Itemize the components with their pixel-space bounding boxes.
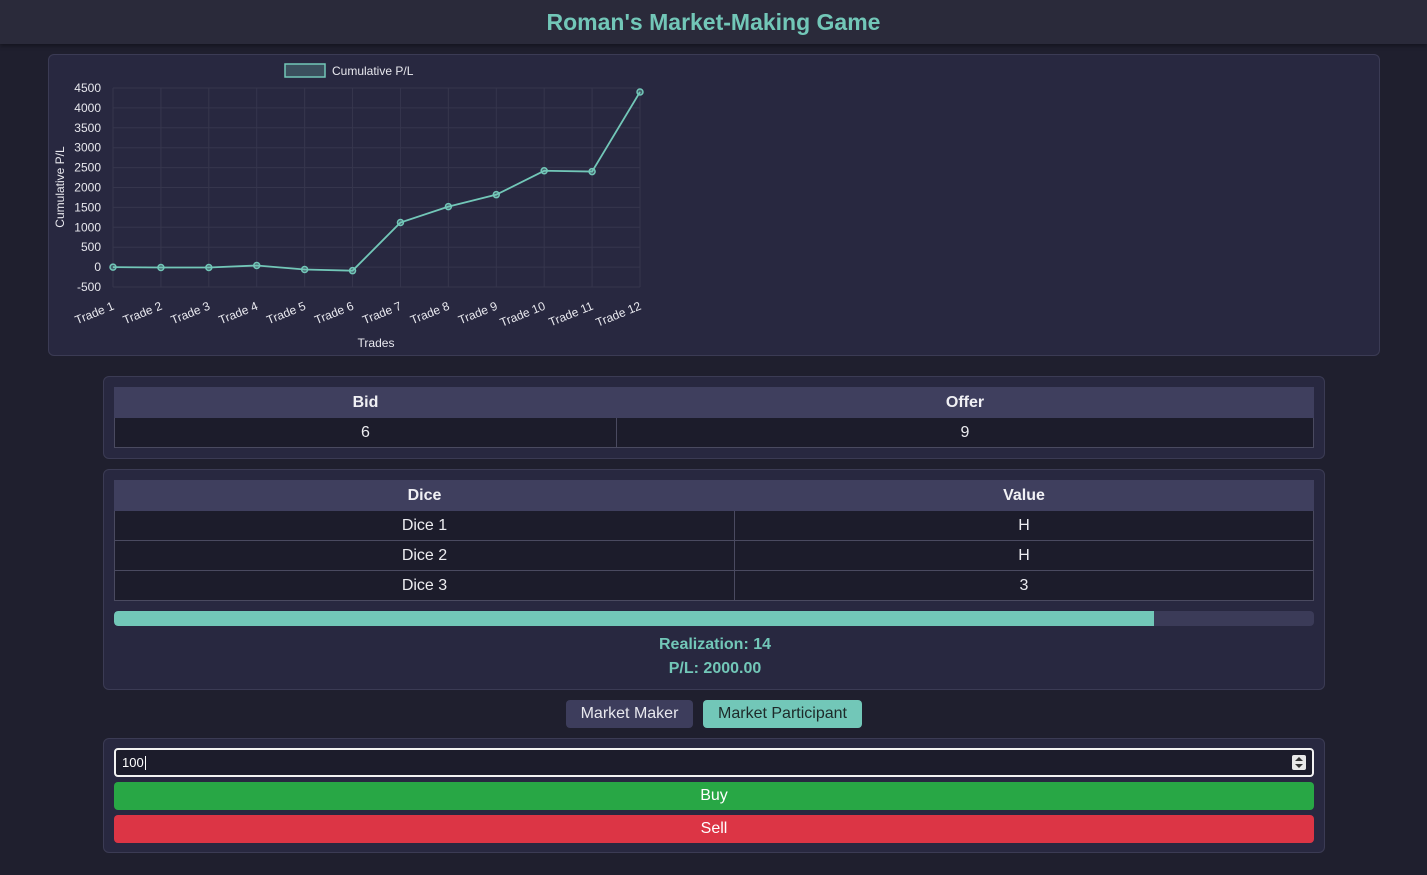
quantity-value: 100: [122, 755, 144, 770]
pl-chart: 4500 4000 3500 3000 2500 2000 1500 1000 500 0 -500…: [53, 63, 644, 350]
data-point: [636, 88, 644, 96]
data-point: [205, 263, 213, 272]
data-point: [492, 190, 501, 199]
chevron-down-icon[interactable]: [1295, 764, 1303, 768]
x-tick-label: Trade 12: [594, 299, 644, 330]
data-point: [444, 202, 453, 211]
y-tick-label: 2000: [74, 181, 101, 195]
market-maker-button[interactable]: Market Maker: [566, 700, 693, 728]
y-tick-label: 4500: [74, 81, 101, 95]
legend-swatch: [284, 63, 326, 78]
x-axis-title: Trades: [358, 336, 395, 350]
market-participant-button[interactable]: Market Participant: [703, 700, 862, 728]
dice-value: 3: [734, 570, 1314, 601]
text-caret: [144, 755, 146, 770]
y-tick-label: 2500: [74, 161, 101, 175]
app-header: Roman's Market-Making Game: [0, 0, 1427, 44]
y-tick-label: 1500: [74, 200, 101, 214]
x-tick-label: Trade 5: [265, 299, 308, 327]
quote-panel: Bid Offer 6 9: [103, 376, 1325, 459]
x-tick-label: Trade 8: [408, 299, 451, 327]
dice-name: Dice 2: [114, 540, 735, 571]
y-tick-label: -500: [77, 280, 101, 294]
quote-table: Bid Offer 6 9: [114, 387, 1314, 448]
quantity-input[interactable]: 100: [114, 748, 1314, 777]
progress-fill: [114, 611, 1155, 626]
realization-progress-bar: [114, 611, 1314, 626]
x-tick-label: Trade 3: [169, 299, 212, 327]
quantity-stepper[interactable]: [1292, 755, 1306, 770]
realization-text: Realization: 14: [658, 636, 772, 653]
buy-button[interactable]: Buy: [114, 782, 1314, 810]
value-header: Value: [734, 480, 1314, 511]
dice-panel: Dice Value Dice 1 H Dice 2 H Dice 3 3 Re…: [103, 469, 1325, 690]
x-tick-label: Trade 6: [312, 299, 355, 327]
data-point: [348, 266, 357, 275]
x-tick-label: Trade 11: [547, 299, 596, 330]
x-tick-label: Trade 10: [498, 299, 548, 330]
x-tick-label: Trade 9: [456, 299, 499, 327]
y-tick-label: 3000: [74, 141, 101, 155]
series-line: [112, 91, 641, 272]
table-row: Dice 3 3: [114, 570, 1314, 601]
pl-chart-panel: 4500 4000 3500 3000 2500 2000 1500 1000 500 0 -500…: [48, 54, 1380, 356]
dice-table: Dice Value Dice 1 H Dice 2 H Dice 3 3: [114, 480, 1314, 601]
data-point: [588, 167, 596, 176]
x-tick-label: Trade 7: [360, 299, 403, 327]
trade-panel: 100 Buy Sell: [103, 738, 1325, 853]
dice-header: Dice: [114, 480, 735, 511]
offer-header: Offer: [616, 387, 1314, 418]
data-point: [157, 263, 165, 272]
table-row: Dice 2 H: [114, 540, 1314, 571]
y-tick-label: 4000: [74, 101, 101, 115]
x-tick-label: Trade 1: [73, 299, 116, 327]
y-tick-label: 1000: [74, 220, 101, 234]
data-point: [109, 263, 117, 271]
x-tick-label: Trade 2: [121, 299, 164, 327]
offer-value: 9: [616, 417, 1314, 448]
dice-value: H: [734, 510, 1314, 541]
y-tick-label: 0: [94, 260, 101, 274]
sell-button[interactable]: Sell: [114, 815, 1314, 843]
dice-value: H: [734, 540, 1314, 571]
table-row: Dice 1 H: [114, 510, 1314, 541]
dice-name: Dice 3: [114, 570, 735, 601]
bid-header: Bid: [114, 387, 617, 418]
y-tick-label: 500: [81, 240, 101, 254]
y-axis-title: Cumulative P/L: [53, 146, 67, 228]
data-point: [540, 167, 548, 175]
legend-label: Cumulative P/L: [332, 64, 414, 78]
page-title: Roman's Market-Making Game: [546, 8, 881, 35]
data-point: [252, 261, 261, 270]
chevron-up-icon[interactable]: [1295, 757, 1303, 761]
data-point: [300, 265, 309, 274]
data-point: [396, 218, 405, 227]
bid-value: 6: [114, 417, 617, 448]
dice-name: Dice 1: [114, 510, 735, 541]
pl-text: P/L: 2000.00: [668, 660, 762, 677]
y-tick-label: 3500: [74, 121, 101, 135]
x-tick-label: Trade 4: [217, 299, 260, 327]
